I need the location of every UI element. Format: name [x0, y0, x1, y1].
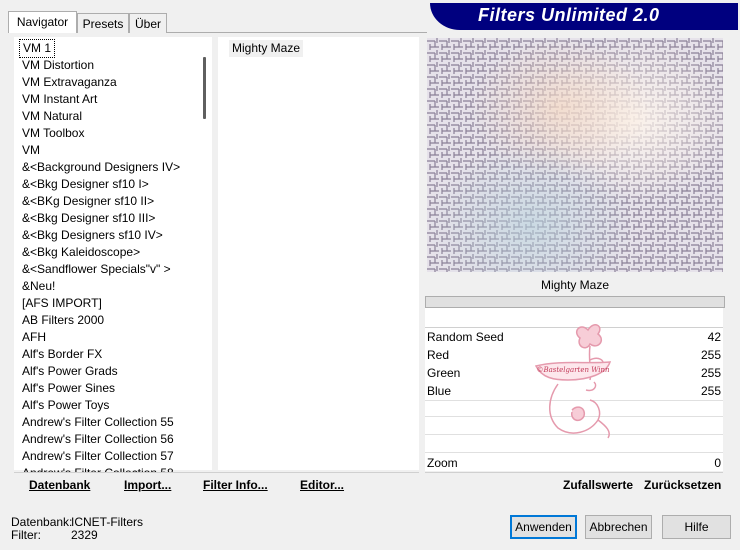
- category-item[interactable]: Alf's Border FX: [22, 346, 102, 363]
- param-value-green[interactable]: 255: [701, 365, 721, 381]
- param-divider: [425, 452, 723, 453]
- category-item[interactable]: AB Filters 2000: [22, 312, 104, 329]
- datenbank-button[interactable]: Datenbank: [29, 478, 90, 492]
- cancel-button[interactable]: Abbrechen: [585, 515, 652, 539]
- apply-button[interactable]: Anwenden: [510, 515, 577, 539]
- category-item[interactable]: Alf's Power Grads: [22, 363, 118, 380]
- category-item[interactable]: VM Extravaganza: [22, 74, 117, 91]
- category-scroll-thumb[interactable]: [203, 57, 206, 119]
- tab-navigator[interactable]: Navigator: [8, 11, 77, 33]
- preview-progress: [425, 296, 725, 308]
- category-item[interactable]: &<Bkg Designers sf10 IV>: [22, 227, 163, 244]
- filter-item-mighty-maze[interactable]: Mighty Maze: [229, 40, 304, 57]
- category-item[interactable]: &<Bkg Designer sf10 I>: [22, 176, 149, 193]
- editor-button[interactable]: Editor...: [300, 478, 344, 492]
- category-item[interactable]: VM Natural: [22, 108, 82, 125]
- category-item[interactable]: VM Distortion: [22, 57, 94, 74]
- category-item[interactable]: VM Toolbox: [22, 125, 84, 142]
- random-values-button[interactable]: Zufallswerte: [563, 478, 633, 492]
- status-db-label: Datenbank:: [11, 515, 73, 529]
- category-item[interactable]: &<Bkg Designer sf10 III>: [22, 210, 155, 227]
- watermark-text: ©Bastelgarten Winn: [536, 366, 610, 374]
- watermark-logo: ©Bastelgarten Winn: [534, 324, 612, 439]
- param-label-red: Red: [427, 348, 450, 362]
- banner-title: Filters Unlimited 2.0: [478, 5, 660, 25]
- param-label-random-seed: Random Seed: [427, 330, 504, 344]
- param-label-green: Green: [427, 366, 461, 380]
- category-item[interactable]: VM 1: [18, 39, 56, 58]
- filter-info-button[interactable]: Filter Info...: [203, 478, 268, 492]
- param-value-random-seed[interactable]: 42: [708, 329, 721, 345]
- tab-presets[interactable]: Presets: [77, 13, 129, 33]
- category-item[interactable]: &<Background Designers IV>: [22, 159, 180, 176]
- zoom-label: Zoom: [427, 456, 458, 470]
- status-filter-label: Filter:: [11, 528, 41, 542]
- category-item[interactable]: Andrew's Filter Collection 55: [22, 414, 174, 431]
- category-item[interactable]: AFH: [22, 329, 46, 346]
- category-item[interactable]: &<Sandflower Specials"v" >: [22, 261, 171, 278]
- zoom-value[interactable]: 0: [714, 455, 721, 471]
- maze-preview-svg: [427, 38, 723, 272]
- category-item[interactable]: [AFS IMPORT]: [22, 295, 102, 312]
- status-filter-value: 2329: [71, 528, 98, 542]
- preview-title: Mighty Maze: [427, 274, 723, 296]
- category-item[interactable]: &<Bkg Kaleidoscope>: [22, 244, 140, 261]
- import-button[interactable]: Import...: [124, 478, 171, 492]
- help-button[interactable]: Hilfe: [662, 515, 731, 539]
- param-label-blue: Blue: [427, 384, 452, 398]
- category-item[interactable]: Alf's Power Sines: [22, 380, 115, 397]
- category-item[interactable]: &<BKg Designer sf10 II>: [22, 193, 154, 210]
- filter-list[interactable]: [218, 37, 419, 470]
- param-value-red[interactable]: 255: [701, 347, 721, 363]
- param-value-blue[interactable]: 255: [701, 383, 721, 399]
- category-item[interactable]: VM: [22, 142, 40, 159]
- preview-image: [427, 38, 723, 272]
- tab-uber[interactable]: Über: [129, 13, 167, 33]
- category-item[interactable]: Andrew's Filter Collection 56: [22, 431, 174, 448]
- category-item[interactable]: VM Instant Art: [22, 91, 97, 108]
- reset-button[interactable]: Zurücksetzen: [644, 478, 721, 492]
- category-item[interactable]: Andrew's Filter Collection 57: [22, 448, 174, 465]
- category-item[interactable]: Alf's Power Toys: [22, 397, 109, 414]
- status-db-value: ICNET-Filters: [71, 515, 143, 529]
- category-item[interactable]: &Neu!: [22, 278, 55, 295]
